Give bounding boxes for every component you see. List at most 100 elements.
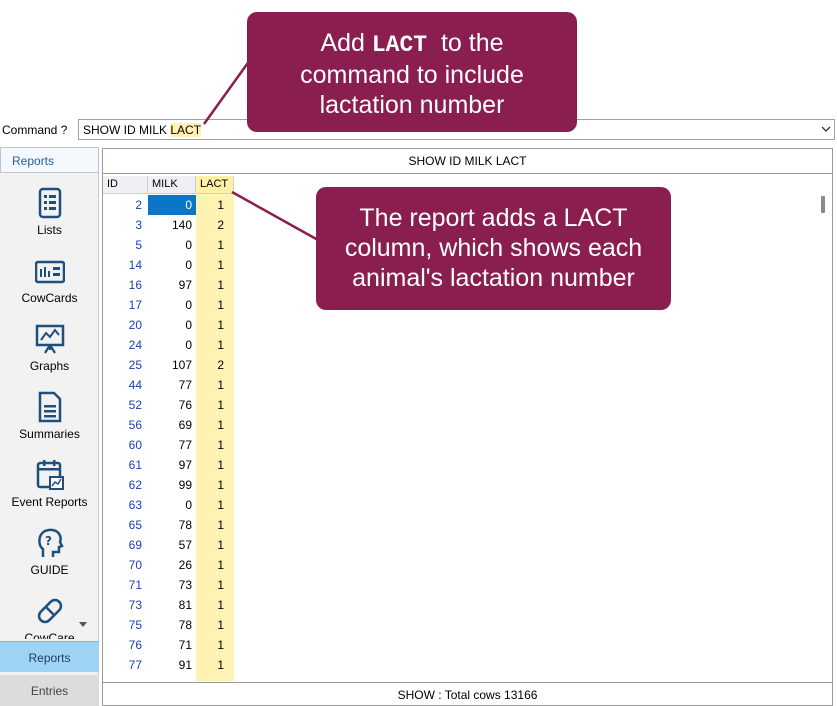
table-row[interactable]: 65 78 1 [103,515,243,535]
sidebar-item-event-reports[interactable]: Event Reports [0,459,99,527]
cell-lact[interactable]: 1 [196,555,234,575]
sidebar-item-lists[interactable]: Lists [0,187,99,255]
cell-lact[interactable]: 1 [196,315,234,335]
sidebar-item-cowcare[interactable]: CowCare [0,595,99,639]
cell-milk[interactable]: 107 [148,355,196,375]
table-row[interactable]: 69 57 1 [103,535,243,555]
cell-id[interactable]: 62 [103,475,147,495]
cell-id[interactable]: 73 [103,595,147,615]
vertical-scrollbar[interactable] [821,196,825,213]
table-row[interactable]: 501 [103,235,243,255]
cell-id[interactable]: 75 [103,615,147,635]
cell-lact[interactable]: 1 [196,275,234,295]
cell-milk[interactable]: 97 [148,275,196,295]
cell-lact[interactable]: 1 [196,415,234,435]
cell-milk[interactable]: 0 [148,295,196,315]
cell-milk[interactable]: 81 [148,595,196,615]
tab-reports[interactable]: Reports [0,641,99,672]
table-row[interactable]: 25 107 2 [103,355,243,375]
cell-milk[interactable]: 78 [148,515,196,535]
cell-lact[interactable]: 1 [196,595,234,615]
cell-id[interactable]: 16 [103,275,147,295]
cell-lact[interactable]: 2 [196,215,234,235]
cell-id[interactable]: 3 [103,215,147,235]
sidebar-item-graphs[interactable]: Graphs [0,323,99,391]
cell-lact[interactable]: 1 [196,195,234,215]
cell-id[interactable]: 76 [103,635,147,655]
cell-lact[interactable]: 1 [196,615,234,635]
cell-milk[interactable]: 0 [148,195,196,215]
cell-id[interactable]: 14 [103,255,147,275]
cell-id[interactable]: 60 [103,435,147,455]
cell-id[interactable]: 56 [103,415,147,435]
cell-lact[interactable]: 1 [196,655,234,675]
cell-id[interactable]: 25 [103,355,147,375]
cell-lact[interactable]: 1 [196,375,234,395]
table-row[interactable]: 77 91 1 [103,655,243,675]
table-row[interactable]: 70 26 1 [103,555,243,575]
table-row[interactable]: 75 78 1 [103,615,243,635]
cell-milk[interactable]: 71 [148,635,196,655]
table-row[interactable]: 16 97 1 [103,275,243,295]
cell-lact[interactable]: 2 [196,355,234,375]
cell-id[interactable]: 52 [103,395,147,415]
table-row[interactable]: 61 97 1 [103,455,243,475]
table-row[interactable]: 73 81 1 [103,595,243,615]
cell-id[interactable]: 2 [103,195,147,215]
cell-lact[interactable]: 1 [196,255,234,275]
cell-lact[interactable]: 1 [196,395,234,415]
table-row[interactable]: 201 [103,195,243,215]
cell-milk[interactable]: 0 [148,255,196,275]
cell-milk[interactable]: 140 [148,215,196,235]
cell-milk[interactable]: 0 [148,315,196,335]
cell-id[interactable]: 17 [103,295,147,315]
cell-id[interactable]: 70 [103,555,147,575]
table-row[interactable]: 62 99 1 [103,475,243,495]
cell-id[interactable]: 5 [103,235,147,255]
cell-milk[interactable]: 69 [148,415,196,435]
cell-milk[interactable]: 99 [148,475,196,495]
cell-lact[interactable]: 1 [196,635,234,655]
cell-milk[interactable]: 77 [148,375,196,395]
table-row[interactable]: 44 77 1 [103,375,243,395]
column-header-milk[interactable]: MILK [148,176,196,194]
cell-lact[interactable]: 1 [196,535,234,555]
cell-id[interactable]: 20 [103,315,147,335]
cell-lact[interactable]: 1 [196,495,234,515]
scroll-down-icon[interactable] [79,622,87,628]
cell-id[interactable]: 69 [103,535,147,555]
table-row[interactable]: 63 0 1 [103,495,243,515]
cell-id[interactable]: 65 [103,515,147,535]
table-row[interactable]: 24 0 1 [103,335,243,355]
table-row[interactable]: 20 0 1 [103,315,243,335]
cell-milk[interactable]: 76 [148,395,196,415]
tab-entries[interactable]: Entries [0,675,99,706]
column-header-id[interactable]: ID [103,176,148,194]
cell-lact[interactable]: 1 [196,575,234,595]
column-header-lact[interactable]: LACT [196,176,234,194]
cell-id[interactable]: 61 [103,455,147,475]
cell-id[interactable]: 44 [103,375,147,395]
cell-lact[interactable]: 1 [196,435,234,455]
cell-milk[interactable]: 73 [148,575,196,595]
table-row[interactable]: 3 140 2 [103,215,243,235]
table-row[interactable]: 76 71 1 [103,635,243,655]
cell-milk[interactable]: 77 [148,435,196,455]
cell-lact[interactable]: 1 [196,455,234,475]
table-row[interactable]: 17 0 1 [103,295,243,315]
cell-milk[interactable]: 91 [148,655,196,675]
cell-milk[interactable]: 78 [148,615,196,635]
cell-milk[interactable]: 97 [148,455,196,475]
cell-milk[interactable]: 0 [148,235,196,255]
sidebar-item-cowcards[interactable]: CowCards [0,255,99,323]
cell-milk[interactable]: 57 [148,535,196,555]
cell-id[interactable]: 77 [103,655,147,675]
cell-lact[interactable]: 1 [196,335,234,355]
cell-milk[interactable]: 26 [148,555,196,575]
table-row[interactable]: 71 73 1 [103,575,243,595]
sidebar-item-summaries[interactable]: Summaries [0,391,99,459]
table-row[interactable]: 14 0 1 [103,255,243,275]
cell-id[interactable]: 63 [103,495,147,515]
cell-lact[interactable]: 1 [196,235,234,255]
cell-lact[interactable]: 1 [196,515,234,535]
